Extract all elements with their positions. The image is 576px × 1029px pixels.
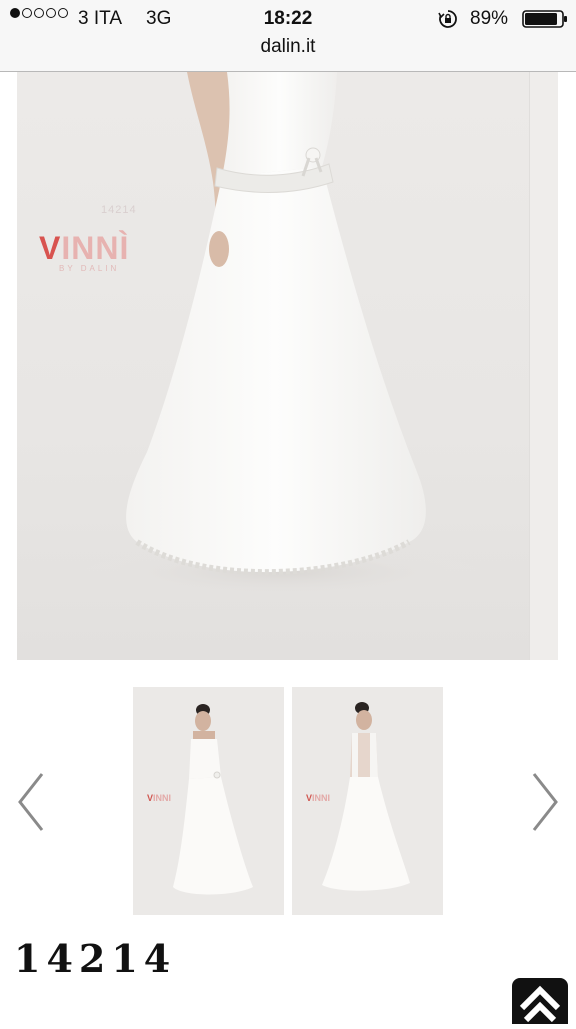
scroll-to-top-button[interactable] bbox=[512, 978, 568, 1024]
product-code-heading: 14214 bbox=[14, 936, 177, 981]
chevron-right-icon[interactable] bbox=[528, 770, 562, 834]
battery-percentage: 89% bbox=[470, 8, 509, 29]
thumbnail-back-view[interactable]: VINNI bbox=[292, 687, 443, 915]
status-bar: 3 ITA 3G 18:22 89% dalin.it bbox=[0, 0, 576, 72]
address-bar-url[interactable]: dalin.it bbox=[0, 36, 576, 58]
photo-model-code: 14214 bbox=[101, 204, 137, 216]
thumbnail-brand-logo: VINNI bbox=[147, 793, 172, 803]
chevron-left-icon[interactable] bbox=[14, 770, 48, 834]
brand-subtitle: BY DALIN bbox=[59, 264, 120, 273]
wedding-dress-image bbox=[82, 72, 482, 600]
chevron-up-icon bbox=[519, 985, 561, 1023]
brand-logo: VINNÌ bbox=[39, 230, 130, 266]
battery-icon bbox=[522, 10, 567, 28]
image-edge bbox=[529, 72, 558, 660]
main-product-photo: 14214 VINNÌ BY DALIN bbox=[17, 72, 558, 660]
thumbnail-front-view[interactable]: VINNI bbox=[133, 687, 284, 915]
rotation-lock-icon bbox=[438, 10, 457, 28]
thumbnail-brand-logo: VINNI bbox=[306, 793, 331, 803]
